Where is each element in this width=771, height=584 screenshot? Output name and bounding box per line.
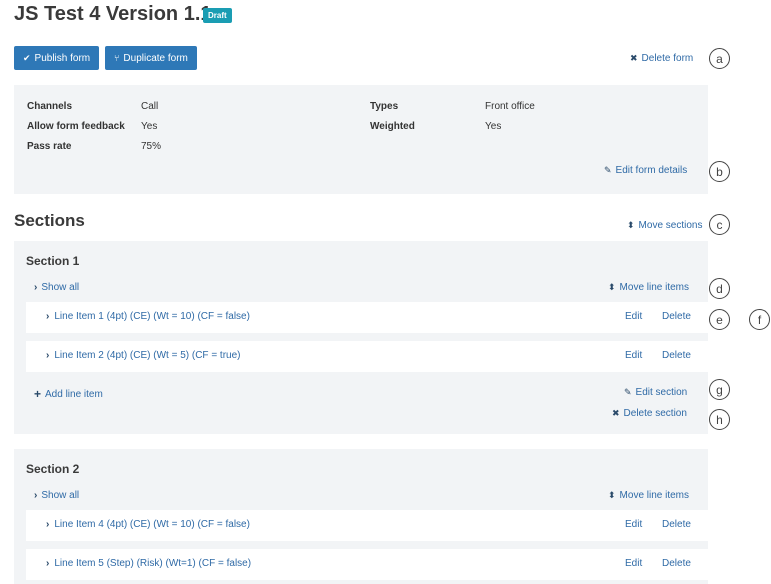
- table-row[interactable]: › Line Item 5 (Step) (Risk) (Wt=1) (CF =…: [26, 549, 708, 580]
- line-item-label: Line Item 1 (4pt) (CE) (Wt = 10) (CF = f…: [54, 311, 250, 322]
- chevron-right-icon: ›: [46, 311, 50, 322]
- move-sections-link[interactable]: ⬍ Move sections: [627, 220, 702, 231]
- section-title: Section 1: [26, 254, 80, 268]
- section-panel: Section 2 › Show all ⬍ Move line items ›…: [14, 449, 708, 584]
- duplicate-form-label: Duplicate form: [123, 52, 188, 64]
- callout-g: g: [709, 379, 730, 400]
- chevron-right-icon: ›: [34, 282, 38, 293]
- delete-form-link[interactable]: ✖ Delete form: [630, 53, 693, 64]
- callout-c: c: [709, 214, 730, 235]
- check-icon: ✔: [23, 52, 31, 63]
- duplicate-form-button[interactable]: ⑂ Duplicate form: [105, 46, 197, 70]
- add-line-item-link[interactable]: + Add line item: [34, 387, 103, 401]
- page-title: JS Test 4 Version 1.1: [14, 3, 212, 25]
- table-row[interactable]: › Line Item 4 (4pt) (CE) (Wt = 10) (CF =…: [26, 510, 708, 541]
- move-sections-label: Move sections: [638, 220, 703, 231]
- channels-label: Channels: [27, 101, 73, 112]
- channels-value: Call: [141, 101, 159, 112]
- chevron-right-icon: ›: [46, 519, 50, 530]
- feedback-value: Yes: [141, 121, 158, 132]
- duplicate-icon: ⑂: [114, 53, 120, 63]
- line-item-link[interactable]: › Line Item 5 (Step) (Risk) (Wt=1) (CF =…: [46, 558, 251, 569]
- table-row[interactable]: › Line Item 1 (4pt) (CE) (Wt = 10) (CF =…: [26, 302, 708, 333]
- close-icon: ✖: [630, 53, 638, 63]
- edit-line-item-button[interactable]: Edit: [625, 311, 642, 322]
- callout-d: d: [709, 278, 730, 299]
- chevron-right-icon: ›: [46, 350, 50, 361]
- publish-form-button[interactable]: ✔ Publish form: [14, 46, 100, 70]
- show-all-link[interactable]: › Show all: [34, 282, 79, 293]
- sections-heading: Sections: [14, 211, 85, 230]
- delete-line-item-button[interactable]: Delete: [662, 311, 691, 322]
- callout-h: h: [709, 409, 730, 430]
- edit-line-item-button[interactable]: Edit: [625, 350, 642, 361]
- callout-e: e: [709, 309, 730, 330]
- line-item-link[interactable]: › Line Item 1 (4pt) (CE) (Wt = 10) (CF =…: [46, 311, 250, 322]
- status-badge: Draft: [203, 8, 232, 23]
- move-line-items-link[interactable]: ⬍ Move line items: [608, 490, 689, 501]
- sort-icon: ⬍: [627, 220, 635, 230]
- callout-a: a: [709, 48, 730, 69]
- close-icon: ✖: [612, 408, 620, 418]
- sort-icon: ⬍: [608, 490, 616, 500]
- line-item-link[interactable]: › Line Item 2 (4pt) (CE) (Wt = 5) (CF = …: [46, 350, 241, 361]
- show-all-label: Show all: [41, 282, 80, 293]
- pass-rate-value: 75%: [141, 141, 162, 152]
- types-value: Front office: [485, 101, 535, 112]
- line-item-label: Line Item 2 (4pt) (CE) (Wt = 5) (CF = tr…: [54, 350, 241, 361]
- edit-form-details-link[interactable]: ✎ Edit form details: [604, 165, 687, 176]
- edit-section-label: Edit section: [635, 387, 688, 398]
- show-all-label: Show all: [41, 490, 80, 501]
- callout-f: f: [749, 309, 770, 330]
- chevron-right-icon: ›: [34, 490, 38, 501]
- types-label: Types: [370, 101, 399, 112]
- callout-b: b: [709, 161, 730, 182]
- section-panel: Section 1 › Show all ⬍ Move line items ›…: [14, 241, 708, 434]
- add-line-item-label: Add line item: [45, 388, 103, 400]
- move-line-items-link[interactable]: ⬍ Move line items: [608, 282, 689, 293]
- delete-section-label: Delete section: [623, 408, 687, 419]
- edit-line-item-button[interactable]: Edit: [625, 519, 642, 530]
- line-item-label: Line Item 5 (Step) (Risk) (Wt=1) (CF = f…: [54, 558, 252, 569]
- edit-form-details-label: Edit form details: [615, 165, 688, 176]
- publish-form-label: Publish form: [34, 52, 91, 64]
- pass-rate-label: Pass rate: [27, 141, 72, 152]
- line-item-label: Line Item 4 (4pt) (CE) (Wt = 10) (CF = f…: [54, 519, 250, 530]
- table-row[interactable]: › Line Item 2 (4pt) (CE) (Wt = 5) (CF = …: [26, 341, 708, 372]
- move-line-items-label: Move line items: [619, 490, 690, 501]
- weighted-label: Weighted: [370, 121, 415, 132]
- delete-line-item-button[interactable]: Delete: [662, 519, 691, 530]
- move-line-items-label: Move line items: [619, 282, 690, 293]
- delete-line-item-button[interactable]: Delete: [662, 350, 691, 361]
- edit-section-link[interactable]: ✎ Edit section: [624, 387, 687, 398]
- pencil-icon: ✎: [604, 165, 612, 175]
- plus-icon: +: [34, 387, 42, 401]
- weighted-value: Yes: [485, 121, 502, 132]
- chevron-right-icon: ›: [46, 558, 50, 569]
- edit-line-item-button[interactable]: Edit: [625, 558, 642, 569]
- feedback-label: Allow form feedback: [27, 121, 125, 132]
- pencil-icon: ✎: [624, 387, 632, 397]
- delete-line-item-button[interactable]: Delete: [662, 558, 691, 569]
- line-item-link[interactable]: › Line Item 4 (4pt) (CE) (Wt = 10) (CF =…: [46, 519, 250, 530]
- form-details-panel: Channels Call Allow form feedback Yes Pa…: [14, 85, 708, 194]
- show-all-link[interactable]: › Show all: [34, 490, 79, 501]
- delete-section-link[interactable]: ✖ Delete section: [612, 408, 687, 419]
- sort-icon: ⬍: [608, 282, 616, 292]
- section-title: Section 2: [26, 462, 80, 476]
- delete-form-label: Delete form: [641, 53, 694, 64]
